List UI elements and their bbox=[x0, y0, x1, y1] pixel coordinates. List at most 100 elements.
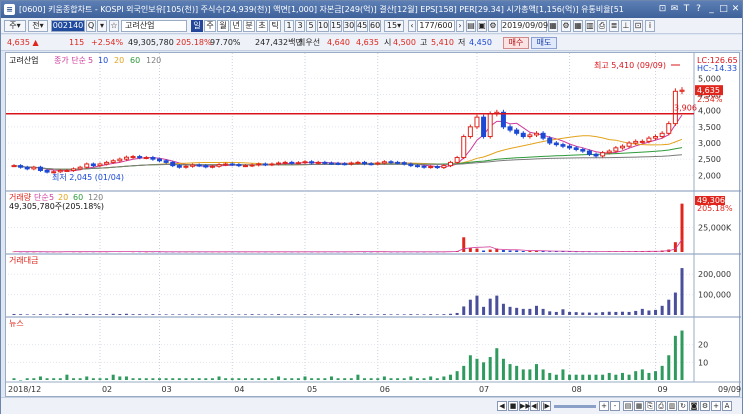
close-button[interactable]: ✕ bbox=[730, 4, 741, 15]
tab-year[interactable]: 년 bbox=[230, 20, 242, 32]
save-icon[interactable]: ▣ bbox=[477, 20, 487, 32]
stock-code-input[interactable]: 002140 bbox=[51, 20, 85, 32]
high-annotation: 최고 5,410 (09/09) bbox=[594, 60, 666, 70]
mail-icon[interactable]: ✉ bbox=[669, 4, 680, 15]
period-select[interactable]: 주▾ bbox=[4, 20, 26, 32]
trade_value-bar bbox=[568, 311, 572, 315]
price-legend-item: 종가 단순 bbox=[54, 55, 86, 65]
tab-week[interactable]: 주 bbox=[204, 20, 216, 32]
candle-body bbox=[421, 165, 427, 168]
last-price-tag-label: 4,635 bbox=[697, 86, 720, 95]
scroll-back-button[interactable]: ◀| bbox=[530, 401, 540, 411]
interval-15[interactable]: 15 bbox=[330, 20, 342, 32]
candle-body bbox=[434, 166, 440, 169]
info-icon[interactable]: i bbox=[645, 20, 655, 32]
low-label: 저 bbox=[458, 38, 466, 47]
plus-icon[interactable]: + bbox=[711, 401, 721, 411]
screen-icon[interactable]: ⊡ bbox=[657, 4, 668, 15]
tab-day[interactable]: 일 bbox=[191, 20, 203, 32]
search-icon[interactable]: Q bbox=[86, 20, 96, 32]
zoom-in-button[interactable]: + bbox=[599, 401, 609, 411]
stop-button[interactable]: ■ bbox=[508, 401, 518, 411]
interval-custom-select[interactable]: 15▾ bbox=[384, 20, 404, 32]
pin-icon[interactable]: ⊥ bbox=[621, 20, 631, 32]
gear-icon[interactable]: ⚙ bbox=[561, 20, 571, 32]
candle-body bbox=[196, 164, 202, 167]
refresh-icon[interactable]: ↻ bbox=[678, 401, 688, 411]
camera-icon[interactable]: ◙ bbox=[689, 401, 699, 411]
grid-icon[interactable]: ▦ bbox=[573, 20, 583, 32]
favorite-icon[interactable]: ☆ bbox=[109, 20, 119, 32]
tab-minute[interactable]: 분 bbox=[243, 20, 255, 32]
interval-3[interactable]: 3 bbox=[295, 20, 305, 32]
trade_value-bar bbox=[501, 303, 505, 315]
fast-forward-button[interactable]: ▶▶ bbox=[519, 401, 531, 411]
zoom-out-button[interactable]: - bbox=[610, 401, 620, 411]
dropdown-icon[interactable]: ▾ bbox=[97, 20, 107, 32]
tab-second[interactable]: 초 bbox=[256, 20, 268, 32]
trade_value-bar bbox=[449, 313, 453, 315]
scroll-right-icon[interactable]: › bbox=[456, 20, 464, 32]
candle-body bbox=[24, 166, 30, 170]
volume-bar bbox=[475, 248, 479, 252]
table-icon[interactable]: ▦ bbox=[634, 401, 644, 411]
trade_value-bar bbox=[204, 314, 208, 315]
news-y-tick: 10 bbox=[698, 358, 708, 367]
chart-area[interactable]: 02030405060708092018/1209/095,0004,5004,… bbox=[5, 52, 741, 397]
zoom-slider[interactable] bbox=[554, 405, 596, 408]
candle-body bbox=[209, 165, 215, 168]
news-bar bbox=[296, 378, 300, 380]
sell-button[interactable]: 매도 bbox=[531, 37, 557, 49]
copy-icon[interactable]: ⎘ bbox=[645, 401, 655, 411]
scroll-left-icon[interactable]: ‹ bbox=[408, 20, 416, 32]
interval-10[interactable]: 10 bbox=[317, 20, 329, 32]
candle-body bbox=[679, 89, 685, 92]
scroll-start-button[interactable]: ◀ bbox=[497, 401, 507, 411]
high-label: 고 bbox=[420, 38, 428, 47]
interval-60[interactable]: 60 bbox=[369, 20, 381, 32]
minimize-button[interactable]: _ bbox=[706, 4, 717, 15]
font-icon[interactable]: T bbox=[681, 4, 692, 15]
font-size-icon[interactable]: A bbox=[722, 401, 732, 411]
trade_value-bar bbox=[396, 314, 400, 315]
interval-45[interactable]: 45 bbox=[356, 20, 368, 32]
candle-body bbox=[190, 164, 196, 167]
tab-tick[interactable]: 틱 bbox=[269, 20, 281, 32]
trade_value-bar bbox=[607, 311, 611, 315]
prev-select[interactable]: 전▾ bbox=[28, 20, 48, 32]
maximize-button[interactable]: □ bbox=[718, 4, 729, 15]
interval-30[interactable]: 30 bbox=[343, 20, 355, 32]
print-bottom-icon[interactable]: ⎙ bbox=[656, 401, 666, 411]
scroll-end-button[interactable]: |▶ bbox=[541, 401, 551, 411]
news-bar bbox=[574, 374, 578, 380]
chart-icon[interactable]: ▥ bbox=[585, 20, 595, 32]
layout-icon[interactable]: ▤ bbox=[623, 401, 633, 411]
chart-type-icon[interactable]: ▤ bbox=[466, 20, 476, 32]
list-icon[interactable]: ≣ bbox=[609, 20, 619, 32]
trade_value-bar bbox=[548, 311, 552, 315]
calendar-icon[interactable]: ▦ bbox=[548, 20, 558, 32]
interval-1[interactable]: 1 bbox=[284, 20, 294, 32]
date-input[interactable]: 2019/09/09 bbox=[501, 20, 548, 32]
setup-icon[interactable]: ⚙ bbox=[700, 401, 710, 411]
news-bar bbox=[277, 376, 281, 380]
x-tick-label: 09/09 bbox=[718, 385, 741, 394]
volume-bar bbox=[680, 203, 684, 252]
interval-5[interactable]: 5 bbox=[306, 20, 316, 32]
candle-body bbox=[309, 161, 315, 164]
news-bar bbox=[177, 378, 181, 380]
news-bar bbox=[25, 378, 29, 380]
chart-navigation-bar: ◀ ■ ▶▶ ◀| |▶ + - ▤ ▦ ⎘ ⎙ ▥ ↻ ◙ ⚙ + A bbox=[1, 397, 742, 414]
candle-body bbox=[37, 166, 43, 171]
print-icon[interactable]: ⎙ bbox=[597, 20, 607, 32]
trade_value-bar bbox=[45, 314, 49, 315]
settings-icon[interactable]: ⚙ bbox=[488, 20, 498, 32]
candle-body bbox=[295, 162, 301, 165]
grid-bottom-icon[interactable]: ▥ bbox=[667, 401, 677, 411]
tab-month[interactable]: 월 bbox=[217, 20, 229, 32]
news-bar bbox=[32, 378, 36, 380]
help-icon[interactable]: ? bbox=[693, 4, 704, 15]
lock-icon[interactable]: ⊡ bbox=[633, 20, 643, 32]
buy-button[interactable]: 매수 bbox=[503, 37, 529, 49]
high-price: 5,410 bbox=[431, 38, 454, 47]
